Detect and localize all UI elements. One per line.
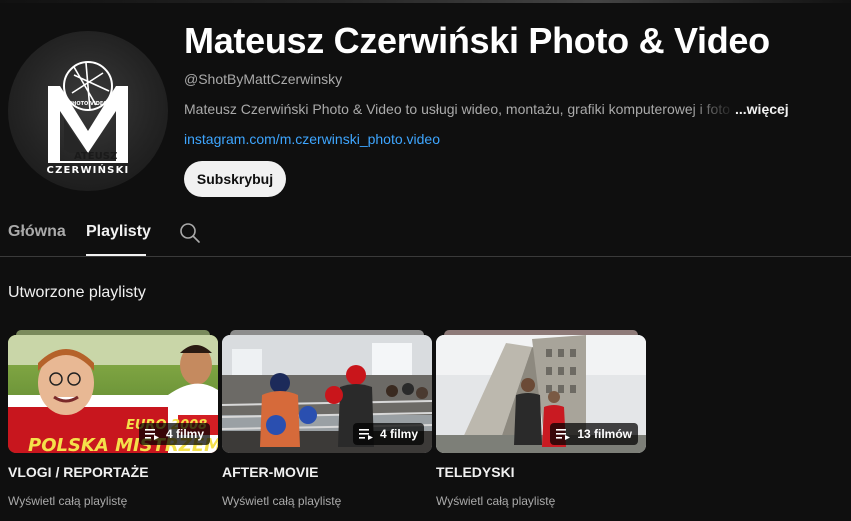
playlist-count-badge: 4 filmy <box>352 423 424 445</box>
tabs-divider <box>0 256 851 257</box>
view-full-playlist-link[interactable]: Wyświetl całą playlistę <box>8 494 127 508</box>
playlist-count-badge: 4 filmy <box>138 423 210 445</box>
view-full-playlist-link[interactable]: Wyświetl całą playlistę <box>222 494 341 508</box>
tab-home[interactable]: Główna <box>8 223 66 241</box>
channel-avatar[interactable]: ATEUSZ CZERWIŃSKI PHOTO VIDEO <box>8 31 168 191</box>
channel-logo: ATEUSZ CZERWIŃSKI PHOTO VIDEO <box>47 61 130 176</box>
playlist-thumbnail[interactable]: 4 filmy <box>222 335 432 453</box>
section-title: Utworzone playlisty <box>8 284 146 301</box>
playlist-thumbnail[interactable]: 13 filmów <box>436 335 646 453</box>
playlist-icon <box>358 429 373 440</box>
playlist-icon <box>556 429 571 440</box>
playlist-count: 13 filmów <box>577 427 632 441</box>
top-progress-bar <box>0 0 851 3</box>
playlist-title[interactable]: VLOGI / REPORTAŻE <box>8 464 149 480</box>
description-fade <box>690 98 736 120</box>
svg-text:PHOTO VIDEO: PHOTO VIDEO <box>68 101 107 107</box>
playlist-count: 4 filmy <box>379 427 418 441</box>
playlist-count-badge: 13 filmów <box>550 423 638 445</box>
view-full-playlist-link[interactable]: Wyświetl całą playlistę <box>436 494 555 508</box>
more-link[interactable]: ...więcej <box>735 101 789 117</box>
svg-text:ATEUSZ: ATEUSZ <box>74 151 117 162</box>
playlist-icon <box>144 429 159 440</box>
playlist-title[interactable]: AFTER-MOVIE <box>222 464 318 480</box>
search-icon[interactable] <box>179 222 201 244</box>
channel-external-link[interactable]: instagram.com/m.czerwinski_photo.video <box>184 131 440 147</box>
channel-description[interactable]: Mateusz Czerwiński Photo & Video to usłu… <box>184 101 744 117</box>
playlist-thumbnail[interactable]: EURO 2008 POLSKA MISTRZEM 4 filmy <box>8 335 218 453</box>
channel-title: Mateusz Czerwiński Photo & Video <box>184 20 770 61</box>
subscribe-button[interactable]: Subskrybuj <box>184 161 286 197</box>
tab-playlists[interactable]: Playlisty <box>86 223 151 241</box>
playlist-count: 4 filmy <box>165 427 204 441</box>
playlist-title[interactable]: TELEDYSKI <box>436 464 515 480</box>
svg-text:CZERWIŃSKI: CZERWIŃSKI <box>47 163 130 176</box>
channel-handle: @ShotByMattCzerwinsky <box>184 71 343 87</box>
